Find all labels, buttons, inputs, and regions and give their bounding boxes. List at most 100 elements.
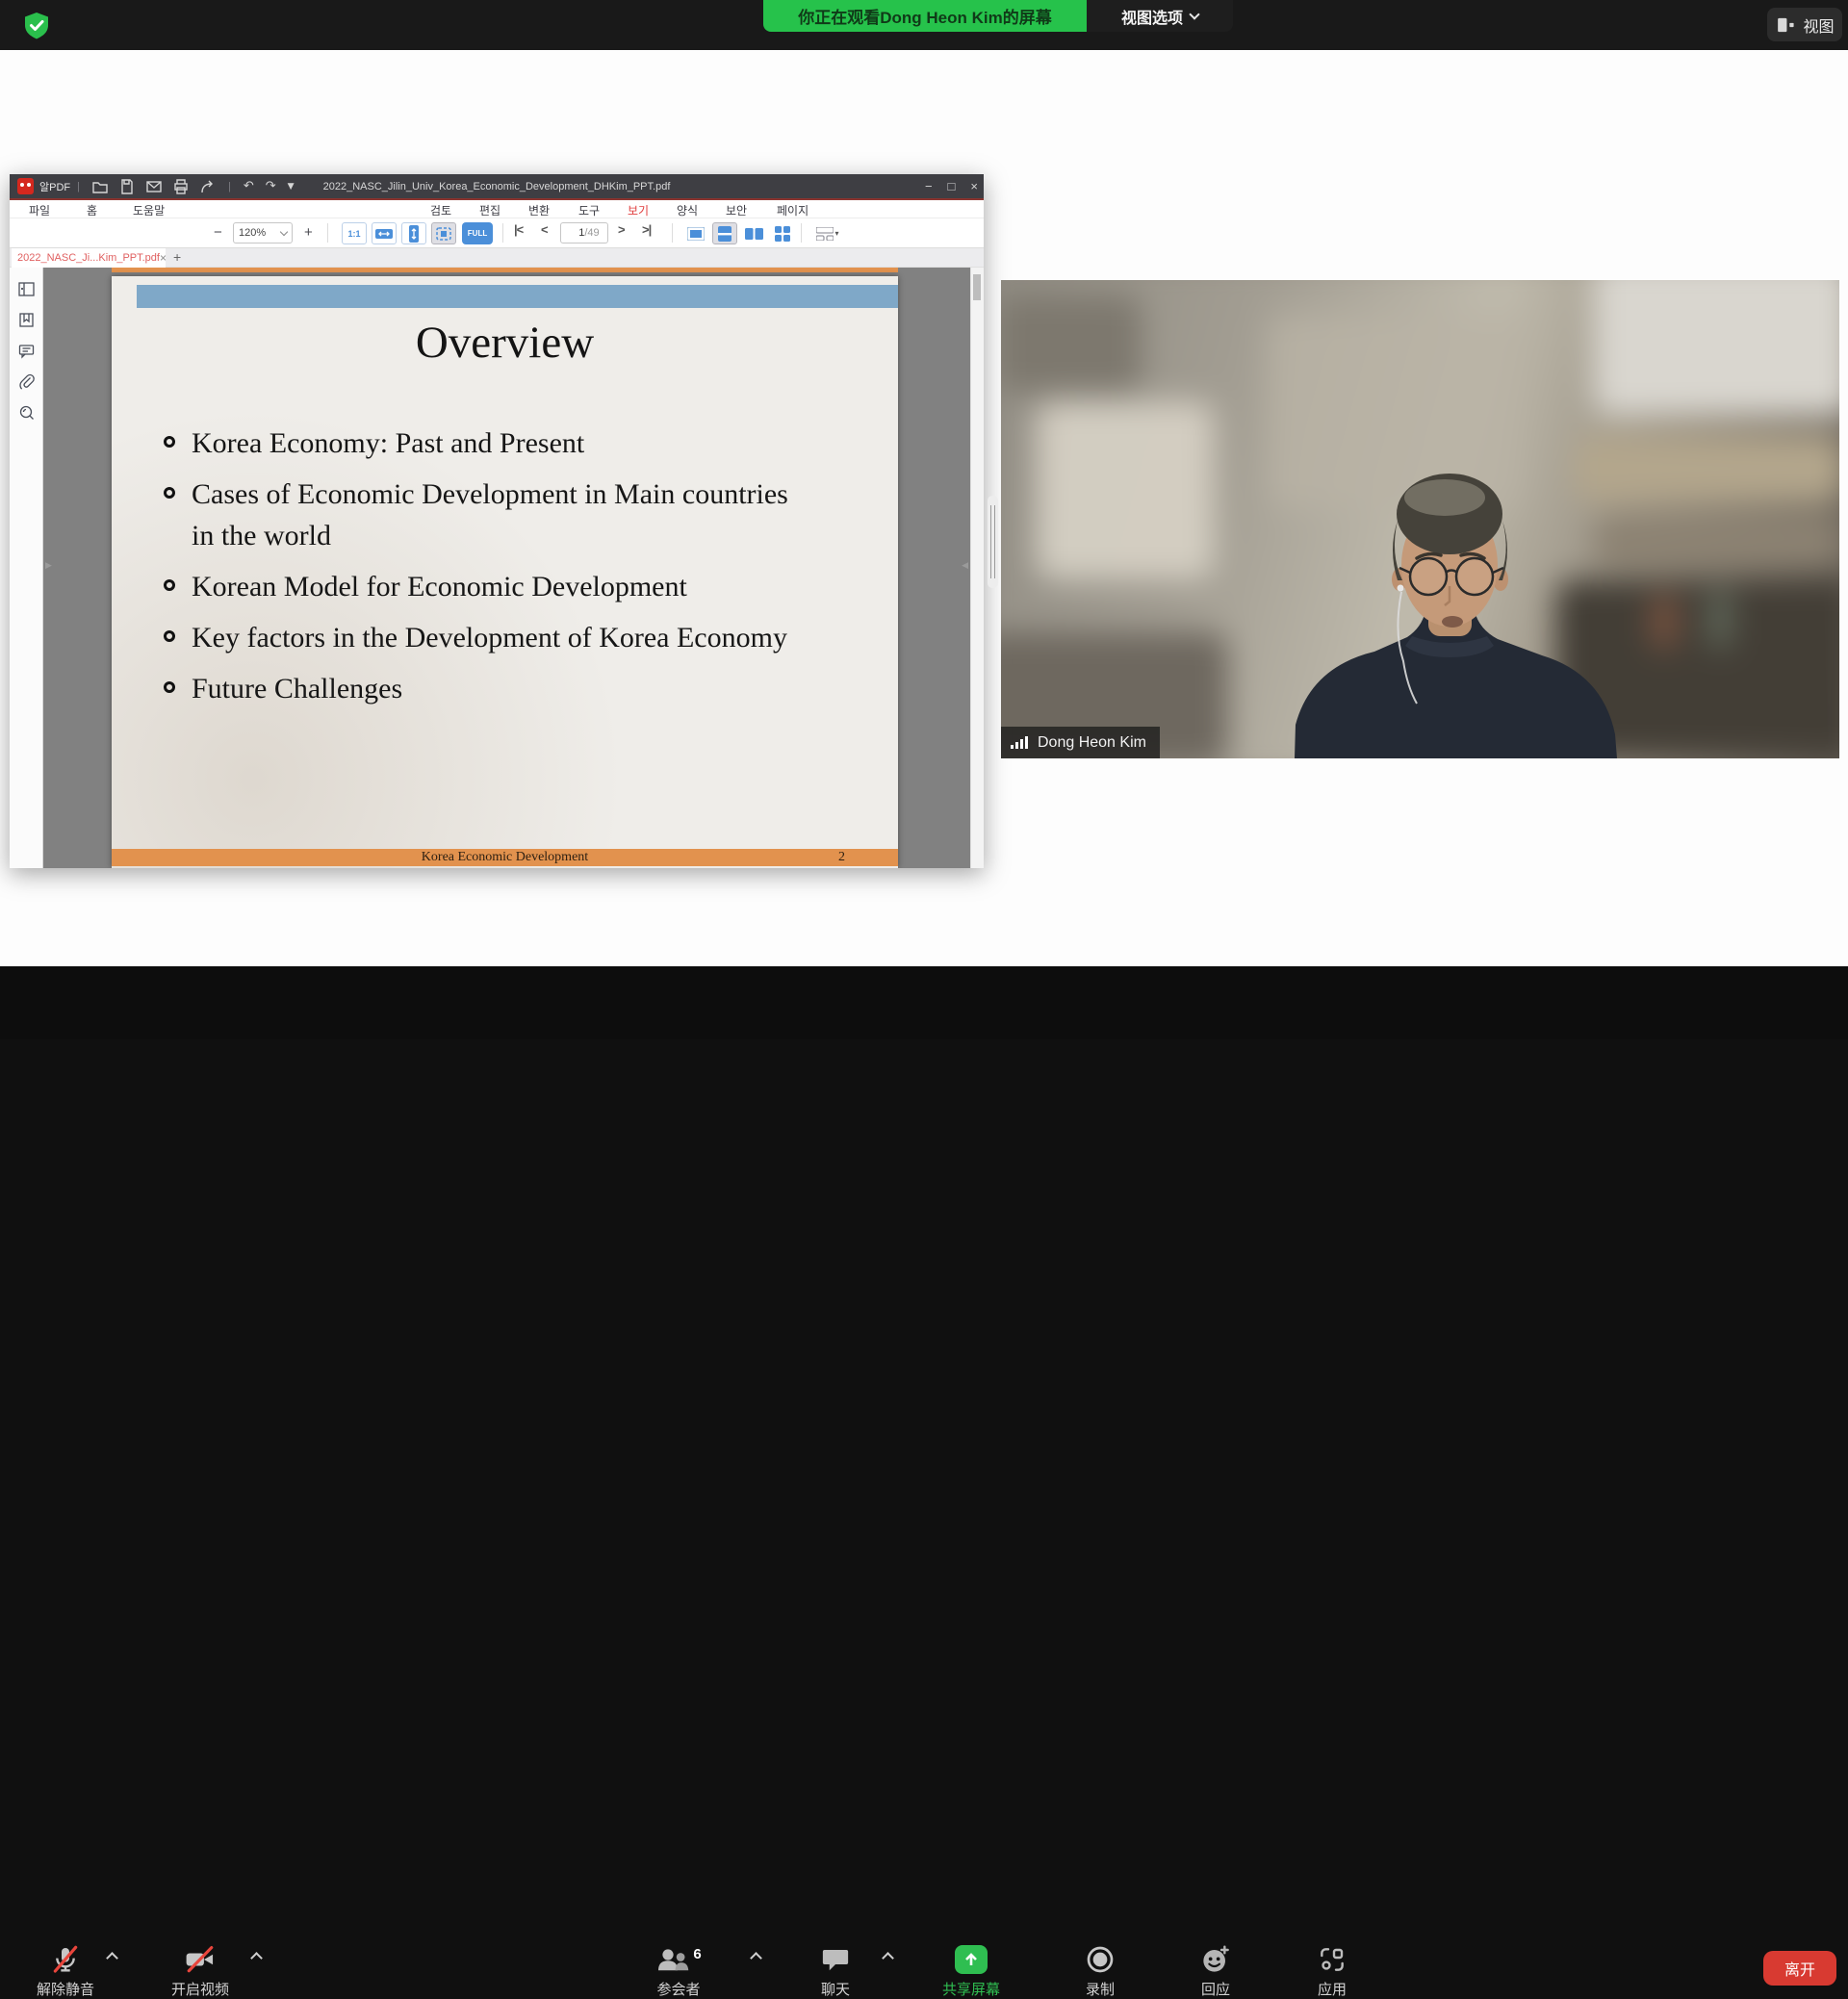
menu-review[interactable]: 검토 [430, 202, 451, 218]
print-icon[interactable] [172, 178, 190, 195]
bookmarks-panel-icon[interactable] [18, 312, 35, 328]
chevron-down-icon [280, 227, 288, 235]
menu-security[interactable]: 보안 [726, 202, 747, 218]
scrollbar-thumb[interactable] [973, 274, 981, 300]
top-bar: 你正在观看Dong Heon Kim的屏幕 视图选项 视图 [0, 0, 1848, 50]
slide-bullet-list: Korea Economy: Past and Present Cases of… [164, 423, 808, 719]
apps-button[interactable]: 应用 [1274, 1942, 1390, 1999]
last-page-button[interactable]: >| [642, 222, 651, 237]
participants-button[interactable]: 6 参会者 [621, 1942, 736, 1999]
pdf-content-area: ▶ Overview Korea Economy: Past and Prese… [10, 268, 984, 868]
panel-collapse-icon[interactable]: ◀ [962, 560, 968, 571]
bullet-text: Korean Model for Economic Development [192, 571, 687, 602]
comments-panel-icon[interactable] [18, 343, 35, 359]
close-button[interactable]: × [970, 179, 978, 193]
new-tab-button[interactable]: + [173, 249, 181, 265]
fit-width-icon [375, 228, 393, 240]
email-icon[interactable] [145, 178, 163, 195]
fit-page-icon [436, 227, 451, 241]
pdf-viewer-window: 알PDF | | ↶ ↷ ▼ 2022_NASC_Jilin_Univ_Kore… [10, 174, 984, 868]
banner-text: 你正在观看Dong Heon Kim的屏幕 [798, 4, 1052, 28]
watching-screen-banner: 你正在观看Dong Heon Kim的屏幕 [763, 0, 1087, 32]
open-folder-icon[interactable] [91, 178, 109, 195]
save-icon[interactable] [118, 178, 136, 195]
view-options-button[interactable]: 视图选项 [1087, 0, 1233, 32]
more-tools-icon[interactable]: ▼ [288, 182, 295, 192]
audio-signal-icon [1011, 734, 1029, 751]
pdf-menu-bar: 파일 홈 도움말 검토 편집 변환 도구 보기 양식 보안 페이지 [10, 200, 984, 218]
bullet-text: Cases of Economic Development in Main co… [192, 478, 788, 551]
continuous-view-button[interactable] [712, 222, 737, 244]
participants-options-chevron[interactable] [750, 1952, 762, 1964]
full-screen-button[interactable]: FULL [462, 222, 493, 244]
sidebar-expand-icon[interactable]: ▶ [45, 560, 52, 571]
menu-help[interactable]: 도움말 [133, 202, 165, 218]
list-item: Key factors in the Development of Korea … [164, 617, 808, 658]
divider [672, 223, 673, 243]
first-page-button[interactable]: |< [514, 222, 523, 237]
start-video-button[interactable]: 开启视频 [142, 1942, 258, 1999]
menu-tools[interactable]: 도구 [578, 202, 600, 218]
fit-height-button[interactable] [401, 222, 426, 244]
full-screen-label: FULL [468, 229, 487, 238]
menu-home[interactable]: 홈 [87, 202, 97, 218]
single-page-view-button[interactable] [683, 222, 708, 244]
vertical-scrollbar[interactable] [970, 268, 984, 868]
menu-page[interactable]: 페이지 [777, 202, 808, 218]
menu-file[interactable]: 파일 [29, 202, 50, 218]
tab-close-icon[interactable]: × [160, 251, 167, 265]
leave-meeting-button[interactable]: 离开 [1763, 1951, 1836, 1986]
share-screen-icon [955, 1945, 988, 1974]
bullet-text: Future Challenges [192, 673, 402, 705]
zoom-out-button[interactable]: − [214, 222, 222, 243]
search-panel-icon[interactable] [18, 404, 35, 421]
two-page-view-button[interactable] [741, 222, 766, 244]
undo-icon[interactable]: ↶ [244, 179, 254, 193]
bullet-icon [164, 579, 175, 591]
security-shield-icon[interactable] [21, 11, 52, 41]
menu-forms[interactable]: 양식 [677, 202, 698, 218]
two-page-icon [745, 227, 763, 241]
grid-view-button[interactable] [770, 222, 795, 244]
zoom-in-button[interactable]: + [304, 222, 313, 243]
chat-bubble-icon [821, 1945, 850, 1974]
zoom-level-select[interactable]: 120% [233, 222, 293, 243]
page-layout-dropdown[interactable]: ▾ [811, 222, 844, 244]
maximize-button[interactable]: □ [948, 179, 956, 193]
apps-label: 应用 [1318, 1979, 1347, 1999]
actual-size-button[interactable]: 1:1 [342, 222, 367, 244]
fit-width-button[interactable] [372, 222, 397, 244]
unmute-button[interactable]: 解除静音 [8, 1942, 123, 1999]
next-page-button[interactable]: > [618, 222, 625, 237]
continuous-view-icon [716, 226, 733, 242]
attachments-panel-icon[interactable] [18, 373, 35, 390]
menu-convert[interactable]: 변환 [528, 202, 550, 218]
bullet-text: Key factors in the Development of Korea … [192, 622, 787, 654]
single-page-icon [687, 227, 705, 241]
share-screen-button[interactable]: 共享屏幕 [913, 1942, 1029, 1999]
bullet-icon [164, 487, 175, 499]
redo-icon[interactable]: ↷ [266, 179, 276, 193]
view-button-label: 视图 [1803, 13, 1834, 37]
chevron-down-icon: ▾ [834, 229, 838, 238]
bullet-icon [164, 681, 175, 693]
participant-video-tile[interactable]: Dong Heon Kim [1001, 280, 1839, 758]
view-button[interactable]: 视图 [1767, 8, 1842, 41]
zoom-level-value: 120% [239, 227, 266, 239]
minimize-button[interactable]: − [925, 179, 933, 193]
participants-count-badge: 6 [693, 1946, 701, 1962]
list-item: Korea Economy: Past and Present [164, 423, 808, 464]
share-icon[interactable] [199, 178, 217, 195]
fit-page-button[interactable] [431, 222, 456, 244]
page-number-input[interactable] [569, 227, 584, 239]
previous-page-button[interactable]: < [541, 222, 548, 237]
document-tab[interactable]: 2022_NASC_Ji...Kim_PPT.pdf × [12, 248, 166, 268]
thumbnails-panel-icon[interactable] [18, 281, 35, 297]
view-options-label: 视图选项 [1121, 5, 1183, 28]
participant-person [1001, 280, 1839, 758]
panel-splitter-handle[interactable] [988, 496, 998, 588]
chat-button[interactable]: 聊天 [778, 1942, 893, 1999]
menu-edit[interactable]: 편집 [479, 202, 500, 218]
reactions-button[interactable]: 回应 [1158, 1942, 1273, 1999]
record-button[interactable]: 录制 [1042, 1942, 1158, 1999]
